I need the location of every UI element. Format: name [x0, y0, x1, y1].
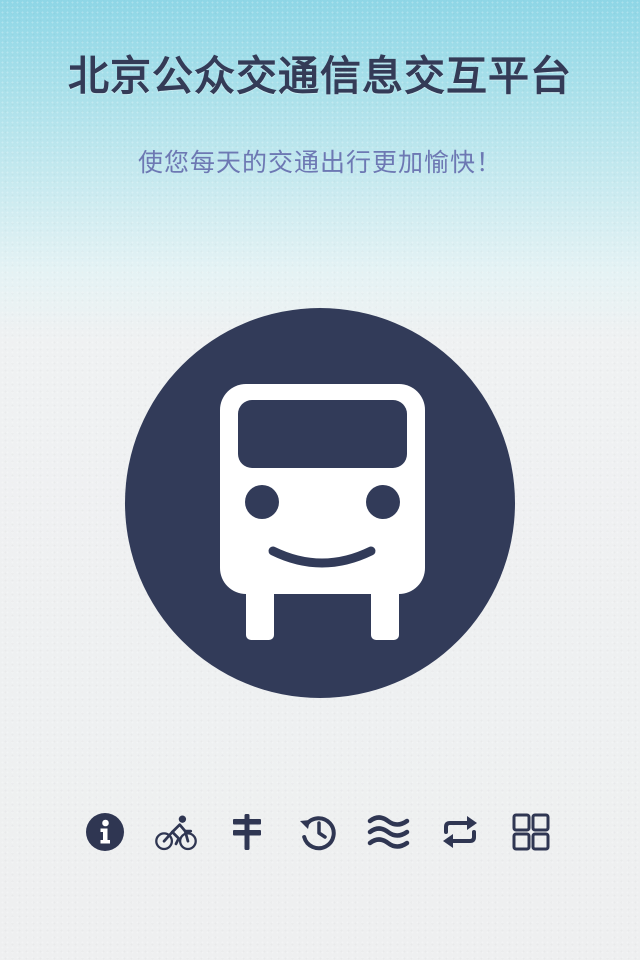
history-button[interactable] [296, 810, 340, 854]
waves-button[interactable] [367, 810, 411, 854]
smiling-bus-icon [220, 384, 425, 640]
page-subtitle: 使您每天的交通出行更加愉快！ [137, 148, 502, 177]
waves-icon [367, 815, 410, 849]
history-icon [300, 816, 336, 851]
signpost-button[interactable] [225, 810, 269, 854]
app-logo [125, 308, 515, 698]
info-button[interactable] [83, 810, 127, 854]
bicycle-icon [155, 815, 197, 851]
bicycle-button[interactable] [154, 810, 198, 854]
repeat-button[interactable] [438, 810, 482, 854]
repeat-icon [443, 816, 477, 848]
grid-button[interactable] [509, 810, 553, 854]
signpost-icon [233, 814, 261, 850]
grid-icon [512, 813, 550, 851]
bottom-toolbar [83, 810, 563, 854]
info-icon [86, 813, 124, 851]
page-title: 北京公众交通信息交互平台 [68, 52, 572, 100]
